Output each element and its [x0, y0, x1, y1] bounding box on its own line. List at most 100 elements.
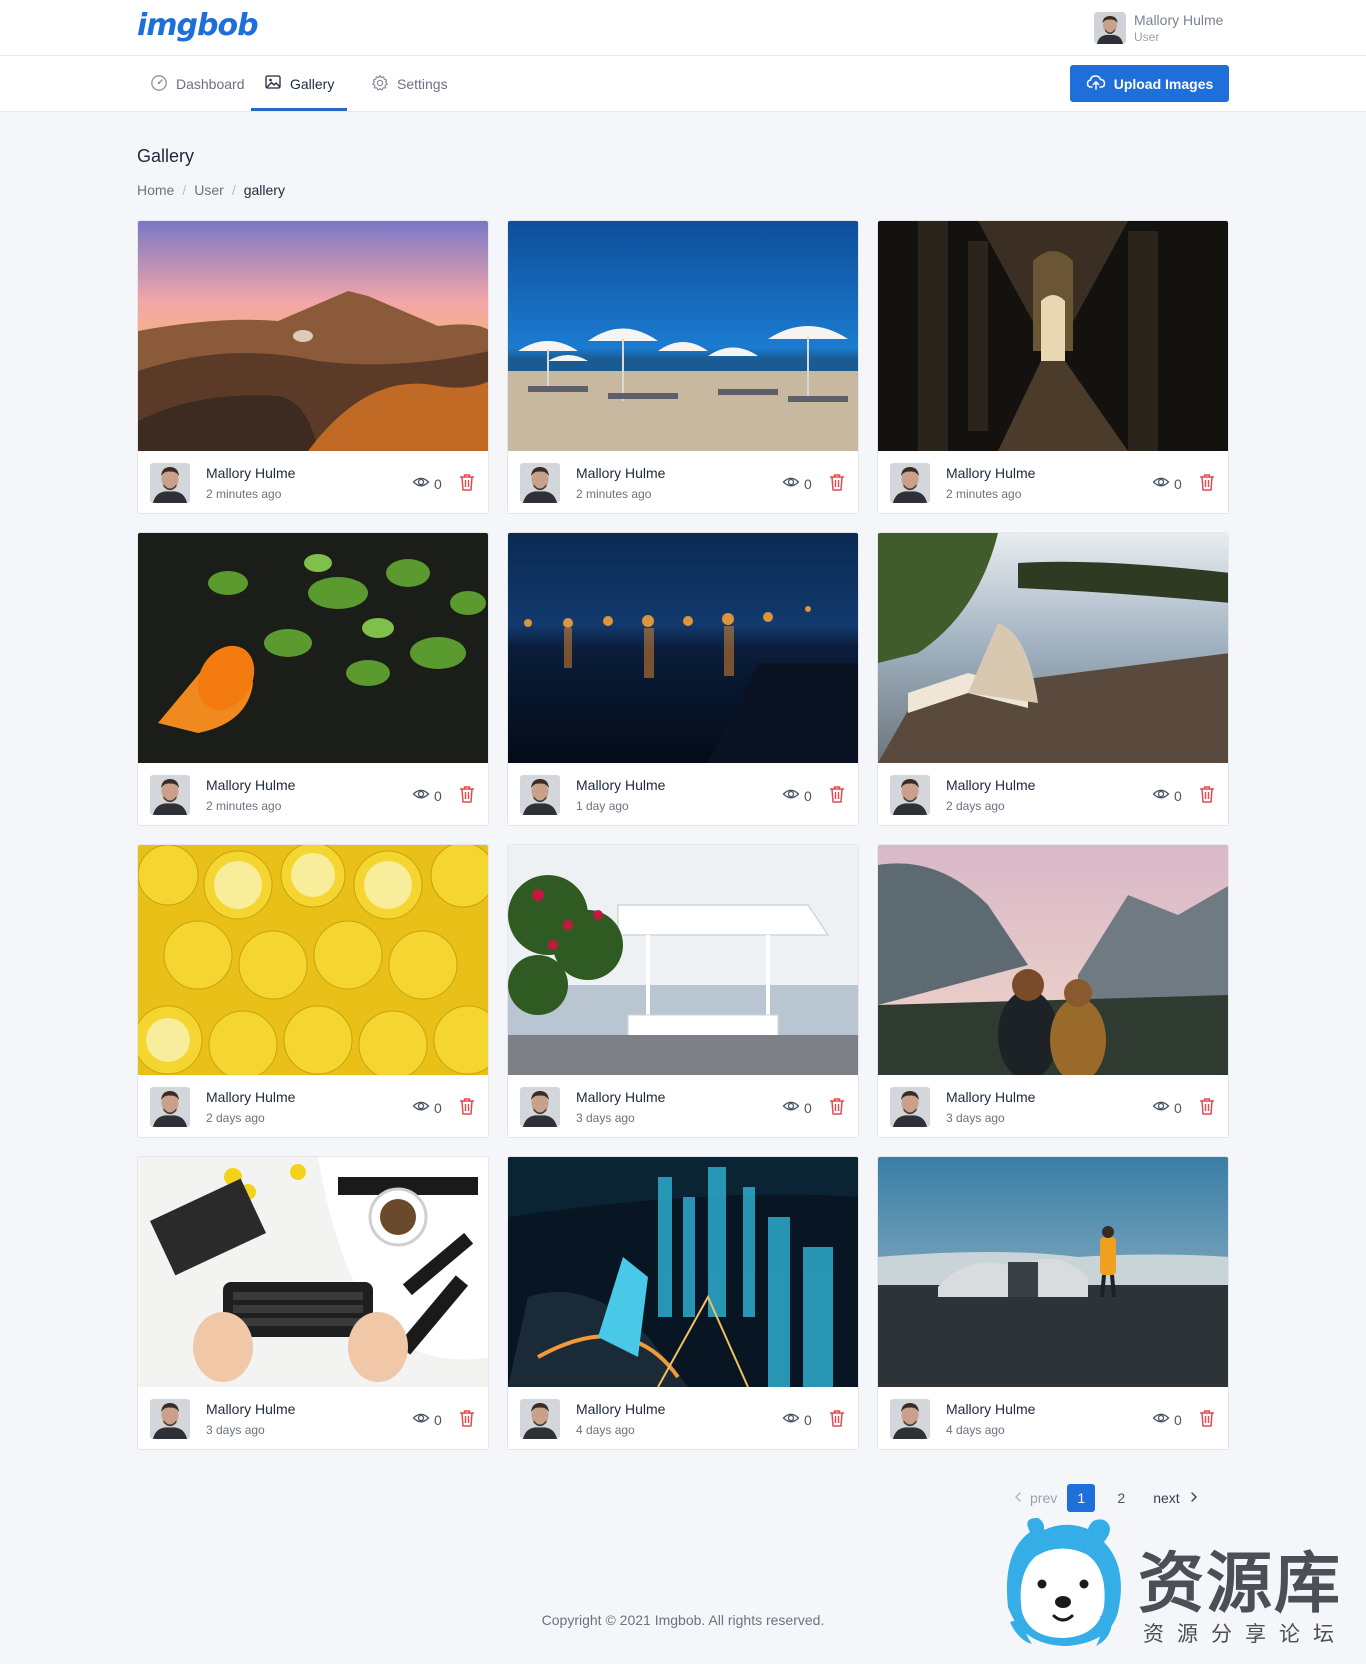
delete-button[interactable] — [458, 784, 476, 804]
breadcrumb-home[interactable]: Home — [137, 182, 174, 198]
gallery-image[interactable] — [508, 1157, 859, 1387]
pagination-prev[interactable]: prev — [1006, 1484, 1063, 1512]
eye-icon — [782, 785, 800, 806]
upload-time: 2 minutes ago — [206, 487, 282, 501]
user-avatar[interactable] — [1094, 12, 1126, 44]
eye-icon — [412, 1097, 430, 1118]
eye-icon — [1152, 473, 1170, 494]
image-icon — [264, 73, 282, 94]
app-logo[interactable]: imgbob — [137, 8, 259, 43]
author-avatar[interactable] — [520, 1399, 560, 1439]
eye-icon — [412, 785, 430, 806]
pagination-next[interactable]: next — [1147, 1484, 1205, 1512]
delete-button[interactable] — [1198, 472, 1216, 492]
gallery-card: Mallory Hulme 3 days ago 0 — [507, 844, 859, 1138]
gallery-image[interactable] — [138, 1157, 489, 1387]
delete-button[interactable] — [1198, 784, 1216, 804]
eye-icon — [412, 1409, 430, 1430]
gallery-image[interactable] — [878, 221, 1229, 451]
trash-icon — [828, 1098, 846, 1120]
trash-icon — [458, 1410, 476, 1432]
delete-button[interactable] — [458, 472, 476, 492]
tab-settings[interactable]: Settings — [358, 56, 461, 112]
gallery-image[interactable] — [138, 533, 489, 763]
eye-icon — [782, 1409, 800, 1430]
author-name: Mallory Hulme — [206, 777, 296, 793]
gallery-image[interactable] — [508, 845, 859, 1075]
gallery-card: Mallory Hulme 2 minutes ago 0 — [507, 220, 859, 514]
pagination-prev-label: prev — [1030, 1490, 1058, 1506]
author-avatar[interactable] — [150, 1399, 190, 1439]
author-name: Mallory Hulme — [946, 465, 1036, 481]
gallery-card: Mallory Hulme 3 days ago 0 — [137, 1156, 489, 1450]
card-footer: Mallory Hulme 4 days ago 0 — [508, 1387, 858, 1449]
trash-icon — [458, 786, 476, 808]
delete-button[interactable] — [458, 1408, 476, 1428]
chevron-right-icon — [1188, 1490, 1200, 1506]
gallery-image[interactable] — [138, 221, 489, 451]
view-count-value: 0 — [804, 1411, 812, 1428]
eye-icon — [782, 1097, 800, 1118]
gallery-image[interactable] — [508, 221, 859, 451]
delete-button[interactable] — [1198, 1408, 1216, 1428]
author-avatar[interactable] — [890, 775, 930, 815]
view-count-value: 0 — [804, 787, 812, 804]
delete-button[interactable] — [1198, 1096, 1216, 1116]
tab-gallery-label: Gallery — [290, 75, 335, 92]
gallery-image[interactable] — [138, 845, 489, 1075]
tab-dashboard-label: Dashboard — [176, 76, 245, 92]
user-menu[interactable]: Mallory Hulme User — [1094, 12, 1234, 46]
breadcrumb: Home / User / gallery — [137, 182, 285, 198]
card-footer: Mallory Hulme 2 days ago 0 — [878, 763, 1228, 825]
card-footer: Mallory Hulme 2 minutes ago 0 — [508, 451, 858, 513]
eye-icon — [782, 473, 800, 494]
upload-time: 3 days ago — [946, 1111, 1005, 1125]
author-name: Mallory Hulme — [946, 1401, 1036, 1417]
author-avatar[interactable] — [150, 1087, 190, 1127]
gallery-card: Mallory Hulme 4 days ago 0 — [877, 1156, 1229, 1450]
view-count-value: 0 — [434, 787, 442, 804]
upload-images-label: Upload Images — [1113, 75, 1214, 92]
pagination-page-2[interactable]: 2 — [1107, 1484, 1135, 1512]
gallery-image[interactable] — [508, 533, 859, 763]
view-count: 0 — [782, 473, 812, 494]
view-count: 0 — [782, 1097, 812, 1118]
author-name: Mallory Hulme — [576, 1089, 666, 1105]
tab-settings-label: Settings — [397, 76, 448, 92]
author-avatar[interactable] — [520, 1087, 560, 1127]
top-header: imgbob Mallory Hulme User — [0, 0, 1366, 56]
author-name: Mallory Hulme — [206, 465, 296, 481]
delete-button[interactable] — [458, 1096, 476, 1116]
tab-gallery[interactable]: Gallery — [251, 56, 348, 111]
upload-time: 2 minutes ago — [946, 487, 1022, 501]
author-name: Mallory Hulme — [576, 1401, 666, 1417]
delete-button[interactable] — [828, 472, 846, 492]
chevron-left-icon — [1012, 1490, 1024, 1506]
view-count: 0 — [1152, 1097, 1182, 1118]
delete-button[interactable] — [828, 1408, 846, 1428]
user-role: User — [1134, 30, 1160, 44]
gallery-image[interactable] — [878, 1157, 1229, 1387]
delete-button[interactable] — [828, 784, 846, 804]
author-avatar[interactable] — [520, 463, 560, 503]
user-name: Mallory Hulme — [1134, 12, 1224, 28]
view-count: 0 — [1152, 1409, 1182, 1430]
breadcrumb-separator: / — [182, 182, 187, 198]
gallery-image[interactable] — [878, 533, 1229, 763]
tab-dashboard[interactable]: Dashboard — [137, 56, 258, 112]
author-avatar[interactable] — [150, 775, 190, 815]
author-avatar[interactable] — [890, 463, 930, 503]
card-footer: Mallory Hulme 3 days ago 0 — [138, 1387, 488, 1449]
upload-images-button[interactable]: Upload Images — [1070, 65, 1229, 102]
view-count-value: 0 — [434, 1099, 442, 1116]
author-avatar[interactable] — [890, 1399, 930, 1439]
author-avatar[interactable] — [890, 1087, 930, 1127]
pagination-page-1[interactable]: 1 — [1067, 1484, 1096, 1512]
delete-button[interactable] — [828, 1096, 846, 1116]
page-title: Gallery — [137, 146, 195, 166]
breadcrumb-user[interactable]: User — [194, 182, 224, 198]
card-footer: Mallory Hulme 1 day ago 0 — [508, 763, 858, 825]
author-avatar[interactable] — [150, 463, 190, 503]
author-avatar[interactable] — [520, 775, 560, 815]
gallery-image[interactable] — [878, 845, 1229, 1075]
